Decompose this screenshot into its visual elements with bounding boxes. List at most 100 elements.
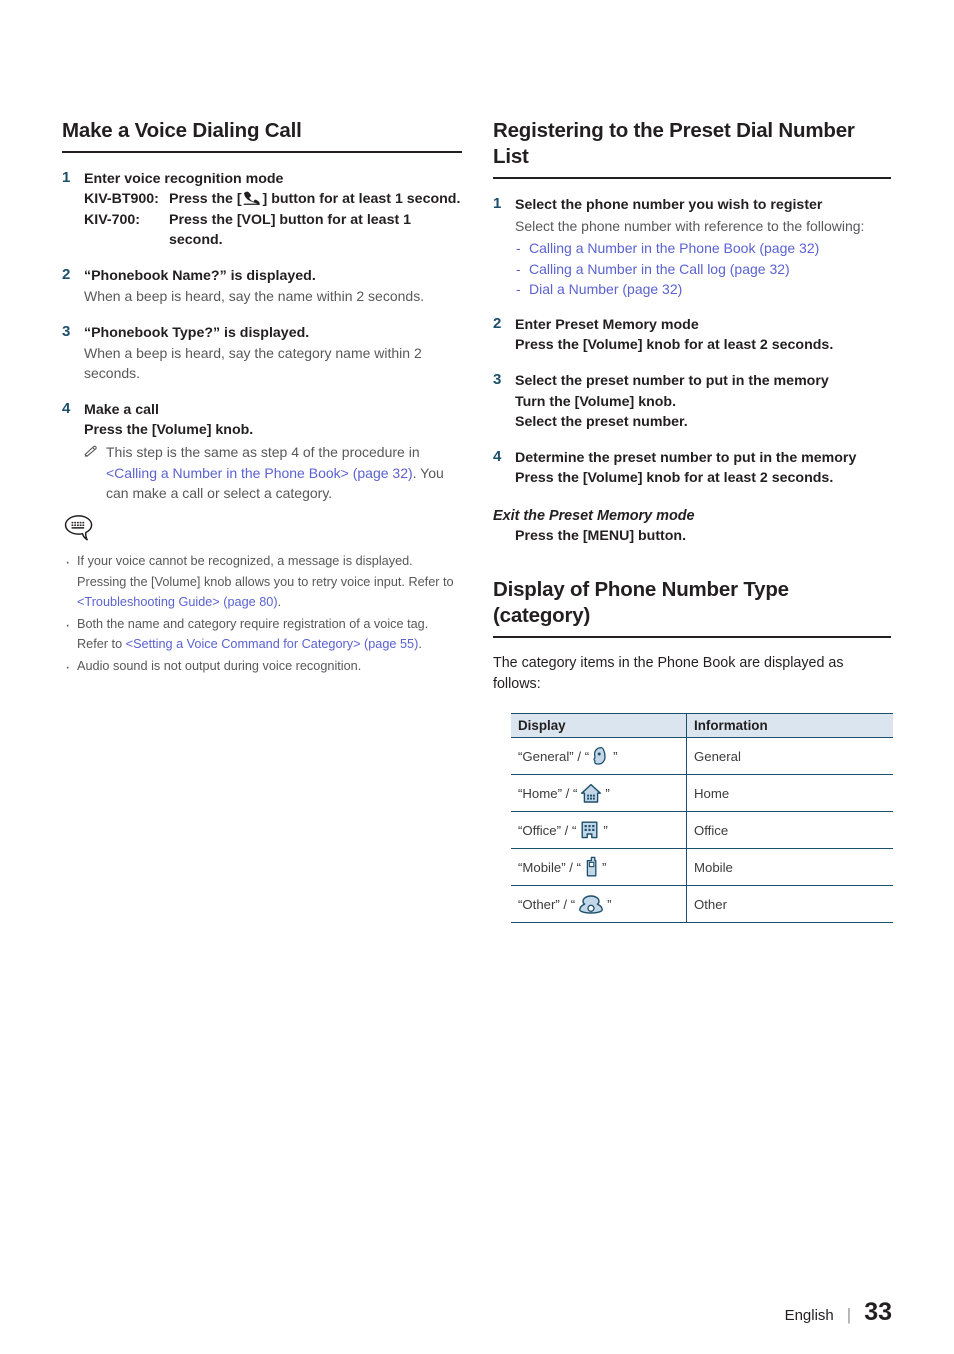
step-line: Press the [Volume] knob for at least 2 s… — [515, 470, 834, 487]
column-header-information: Information — [686, 713, 893, 739]
exit-instruction: Press the [MENU] button. — [515, 528, 687, 545]
list-item: Audio sound is not output during voice r… — [62, 655, 462, 680]
step-number: 2 — [62, 265, 71, 283]
step-1: 1 Enter voice recognition mode KIV-BT900… — [62, 169, 462, 250]
step-description: When a beep is heard, say the category n… — [84, 344, 422, 382]
information-cell: General — [686, 737, 893, 776]
step-line: Turn the [Volume] knob. — [515, 393, 677, 410]
model-instruction: Press the [ ] button for at least 1 seco… — [169, 189, 462, 209]
speech-bubble-note-icon — [64, 515, 93, 541]
information-cell: Office — [686, 811, 893, 850]
left-column: Make a Voice Dialing Call 1 Enter voice … — [62, 118, 462, 680]
list-item[interactable]: Calling a Number in the Call log (page 3… — [515, 259, 891, 280]
house-icon — [581, 783, 602, 803]
note-text-1: Audio sound is not output during voice r… — [77, 658, 362, 673]
preset-step-1: 1 Select the phone number you wish to re… — [493, 195, 891, 299]
link-calling-a-number-in-the-phone-book[interactable]: <Calling a Number in the Phone Book> (pa… — [106, 465, 413, 481]
model-row-kiv-700: KIV-700: Press the [VOL] button for at l… — [84, 210, 462, 250]
model-name: KIV-700: — [84, 211, 140, 228]
display-label-prefix: “Other” / “ — [518, 896, 576, 912]
table-header-row: Display Information — [511, 713, 893, 739]
model-name: KIV-BT900: — [84, 191, 159, 208]
step-line: Press the [Volume] knob for at least 2 s… — [515, 337, 834, 354]
model-text-after: ] button for at least 1 second. — [262, 191, 461, 208]
link-calling-a-number-in-the-phone-book[interactable]: Calling a Number in the Phone Book (page… — [529, 240, 819, 256]
display-label-prefix: “General” / “ — [518, 748, 590, 764]
step-title: Determine the preset number to put in th… — [515, 449, 857, 466]
pencil-note: This step is the same as step 4 of the p… — [84, 442, 462, 504]
table-row: “General” / “ ” General — [511, 737, 893, 776]
step-number: 3 — [493, 371, 502, 389]
pencil-icon — [84, 445, 97, 458]
display-cell: “Other” / “ ” — [511, 885, 687, 924]
information-cell: Other — [686, 885, 893, 924]
list-item: Both the name and category require regis… — [62, 613, 462, 655]
display-label-suffix: ” — [613, 748, 618, 764]
category-display-table: Display Information “General” / “ ” Gene… — [511, 713, 893, 924]
page-number: 33 — [864, 1298, 892, 1326]
step-number: 4 — [62, 399, 71, 417]
display-label-prefix: “Mobile” / “ — [518, 859, 582, 875]
display-label-prefix: “Home” / “ — [518, 785, 578, 801]
notes-list: If your voice cannot be recognized, a me… — [62, 550, 462, 680]
information-cell: Home — [686, 774, 893, 813]
model-text-before: Press the [ — [169, 191, 242, 208]
table-row: “Other” / “ ” Other — [511, 885, 893, 924]
step-title: “Phonebook Name?” is displayed. — [84, 267, 316, 284]
step-description: When a beep is heard, say the name withi… — [84, 288, 425, 305]
page-title-display-of-phone-number-type: Display of Phone Number Type (category) — [493, 577, 891, 638]
step-title: Select the preset number to put in the m… — [515, 373, 829, 390]
display-label-suffix: ” — [605, 785, 610, 801]
column-header-display: Display — [511, 713, 687, 739]
step-3: 3 “Phonebook Type?” is displayed. When a… — [62, 323, 462, 384]
page-title-registering-preset-dial-number-list: Registering to the Preset Dial Number Li… — [493, 118, 891, 180]
manual-page: Make a Voice Dialing Call 1 Enter voice … — [0, 0, 954, 1354]
list-item[interactable]: Dial a Number (page 32) — [515, 279, 891, 300]
step-title: Make a call — [84, 401, 159, 418]
step-number: 2 — [493, 315, 502, 333]
display-cell: “Mobile” / “ ” — [511, 848, 687, 887]
note-text-2: . — [418, 637, 422, 652]
display-label-suffix: ” — [603, 822, 608, 838]
page-title-make-a-voice-dialing-call: Make a Voice Dialing Call — [62, 118, 462, 154]
step-title: Enter Preset Memory mode — [515, 317, 699, 334]
display-label-suffix: ” — [602, 859, 607, 875]
pencil-note-text-1: This step is the same as step 4 of the p… — [106, 444, 420, 461]
table-row: “Home” / “ ” Home — [511, 774, 893, 813]
link-troubleshooting-guide[interactable]: <Troubleshooting Guide> (page 80) — [77, 595, 278, 609]
list-item[interactable]: Calling a Number in the Phone Book (page… — [515, 238, 891, 259]
step-line: Select the preset number. — [515, 413, 688, 430]
list-item: If your voice cannot be recognized, a me… — [62, 550, 462, 613]
display-label-prefix: “Office” / “ — [518, 822, 577, 838]
preset-step-4: 4 Determine the preset number to put in … — [493, 448, 891, 488]
preset-step-2: 2 Enter Preset Memory mode Press the [Vo… — [493, 315, 891, 355]
step-title: Select the phone number you wish to regi… — [515, 197, 823, 214]
link-calling-a-number-in-the-call-log[interactable]: Calling a Number in the Call log (page 3… — [529, 261, 790, 277]
table-row: “Office” / “ ” Office — [511, 811, 893, 850]
display-cell: “General” / “ ” — [511, 737, 687, 776]
desk-telephone-icon — [579, 895, 604, 914]
model-row-kiv-bt900: KIV-BT900: Press the [ ] button for at l… — [84, 189, 462, 209]
step-number: 3 — [62, 322, 71, 340]
preset-step-3: 3 Select the preset number to put in the… — [493, 371, 891, 431]
office-building-icon — [581, 821, 598, 839]
footer-language: English — [784, 1307, 834, 1324]
table-row: “Mobile” / “ ” Mobile — [511, 848, 893, 887]
exit-title: Exit the Preset Memory mode — [493, 508, 695, 525]
exit-preset-memory-mode: Exit the Preset Memory mode Press the [M… — [493, 506, 891, 546]
reference-links-list: Calling a Number in the Phone Book (page… — [515, 238, 891, 299]
right-column: Registering to the Preset Dial Number Li… — [493, 118, 893, 924]
note-text-1: If your voice cannot be recognized, a me… — [77, 553, 454, 589]
step-number: 1 — [62, 169, 71, 187]
display-label-suffix: ” — [607, 896, 612, 912]
information-cell: Mobile — [686, 848, 893, 887]
link-dial-a-number[interactable]: Dial a Number (page 32) — [529, 281, 682, 297]
step-description: Select the phone number with reference t… — [515, 217, 865, 234]
step-title: “Phonebook Type?” is displayed. — [84, 324, 310, 341]
step-4: 4 Make a call Press the [Volume] knob. T… — [62, 400, 462, 504]
step-title: Enter voice recognition mode — [84, 171, 284, 188]
model-instruction: Press the [VOL] button for at least 1 se… — [169, 211, 412, 248]
step-number: 4 — [493, 447, 502, 465]
link-setting-a-voice-command-for-category[interactable]: <Setting a Voice Command for Category> (… — [126, 637, 419, 651]
person-head-icon — [593, 747, 606, 765]
